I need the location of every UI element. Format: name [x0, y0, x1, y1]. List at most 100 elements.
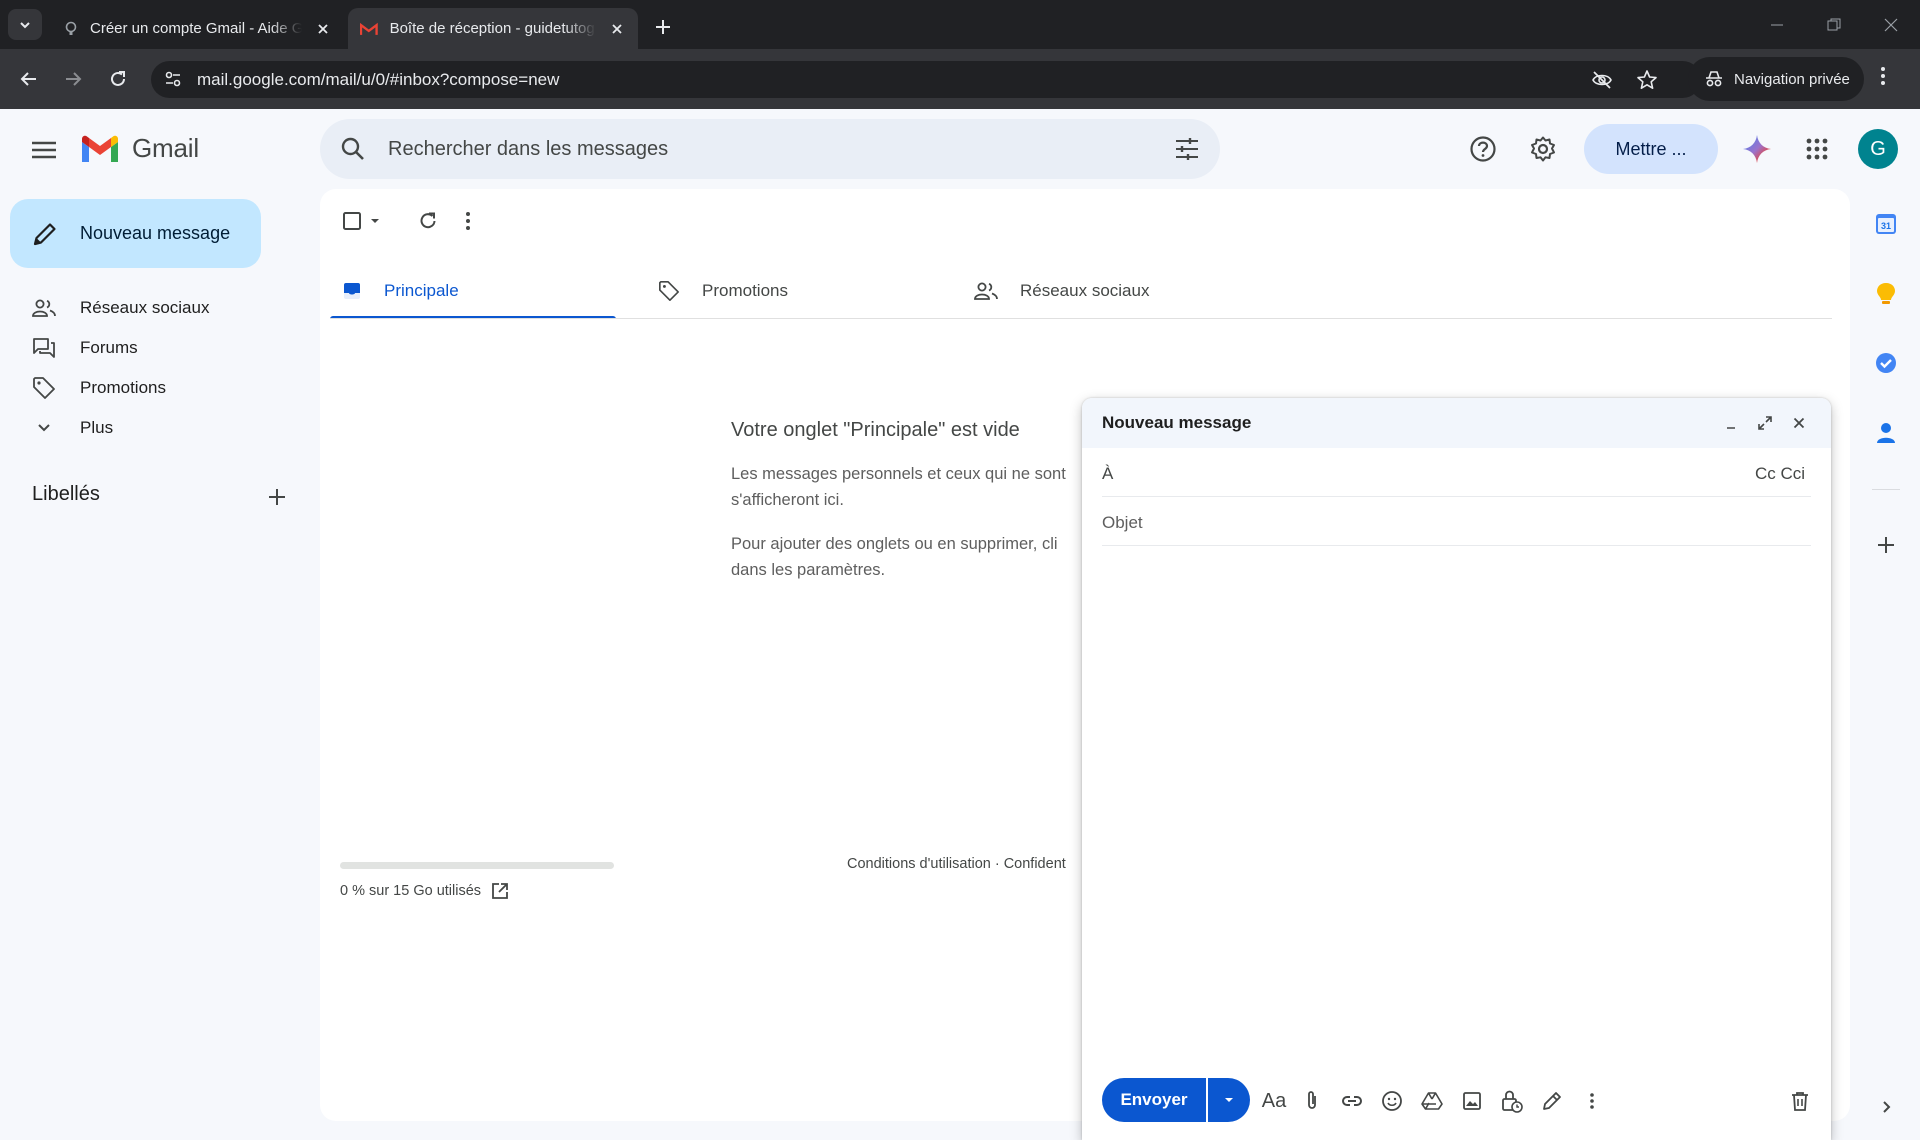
refresh-button[interactable] [418, 211, 438, 231]
hide-side-panel-button[interactable] [1870, 1091, 1902, 1123]
tab-promotions[interactable]: Promotions [636, 263, 932, 319]
calendar-day: 31 [1881, 221, 1891, 231]
browser-tab-help[interactable]: Créer un compte Gmail - Aide Gmail [52, 8, 344, 49]
gemini-sparkle-icon [1743, 135, 1771, 163]
more-options-button[interactable] [1578, 1087, 1606, 1115]
cc-bcc-toggle[interactable]: Cc Cci [1755, 464, 1805, 484]
side-panel-divider [1872, 489, 1900, 490]
tab-primary[interactable]: Principale [320, 263, 616, 319]
message-body[interactable] [1102, 558, 1811, 1058]
minimize-window-button[interactable] [1765, 13, 1789, 37]
calendar-app-button[interactable]: 31 [1870, 208, 1902, 240]
confidential-mode-button[interactable] [1498, 1087, 1526, 1115]
select-all-checkbox[interactable] [342, 211, 382, 231]
search-input[interactable] [388, 131, 1148, 167]
sidebar-item-label: Promotions [80, 378, 166, 397]
more-vertical-icon [466, 212, 470, 230]
discard-draft-button[interactable] [1786, 1087, 1814, 1115]
sidebar-item-promotions[interactable]: Promotions [0, 368, 262, 408]
reload-icon [420, 212, 436, 229]
gear-icon [1531, 136, 1555, 162]
new-tab-button[interactable] [650, 14, 676, 40]
send-button[interactable]: Envoyer [1102, 1078, 1206, 1122]
signature-pen-icon [1543, 1092, 1561, 1110]
back-button[interactable] [14, 64, 44, 94]
close-window-button[interactable] [1879, 13, 1903, 37]
compose-button[interactable]: Nouveau message [10, 199, 261, 268]
forward-button[interactable] [58, 64, 88, 94]
insert-emoji-button[interactable] [1378, 1087, 1406, 1115]
insert-photo-button[interactable] [1458, 1087, 1486, 1115]
insert-link-button[interactable] [1338, 1087, 1366, 1115]
compose-window: Nouveau message À Cc Cci Envoyer Aa [1082, 398, 1831, 1140]
reload-icon [111, 71, 125, 86]
to-input[interactable] [1130, 460, 1770, 488]
tab-social[interactable]: Réseaux sociaux [952, 263, 1248, 319]
compose-header[interactable]: Nouveau message [1082, 398, 1831, 448]
formatting-options-button[interactable]: Aa [1260, 1087, 1288, 1115]
storage-info: 0 % sur 15 Go utilisés [340, 882, 509, 900]
insert-signature-button[interactable] [1538, 1087, 1566, 1115]
browser-menu-button[interactable] [1880, 66, 1886, 86]
tab-search-button[interactable] [8, 9, 42, 40]
main-menu-button[interactable] [28, 134, 60, 166]
restore-window-button[interactable] [1822, 13, 1846, 37]
contacts-app-button[interactable] [1870, 417, 1902, 449]
subject-input[interactable] [1102, 509, 1742, 537]
incognito-indicator[interactable]: Navigation privée [1688, 57, 1864, 101]
account-avatar[interactable]: G [1858, 129, 1898, 169]
more-actions-button[interactable] [465, 211, 471, 231]
subject-row [1102, 497, 1811, 546]
people-icon [974, 282, 998, 300]
emoji-icon [1382, 1091, 1402, 1111]
sidebar-item-more[interactable]: Plus [0, 408, 262, 448]
close-compose-button[interactable] [1787, 411, 1811, 435]
storage-usage-text: 0 % sur 15 Go utilisés [340, 883, 482, 899]
calendar-icon: 31 [1876, 214, 1896, 234]
browser-tab-bar: Créer un compte Gmail - Aide Gmail Boîte… [0, 0, 1920, 49]
settings-button[interactable] [1526, 132, 1560, 166]
search-options-icon[interactable] [1174, 136, 1200, 162]
gemini-button[interactable] [1740, 132, 1774, 166]
sidebar-item-forums[interactable]: Forums [0, 328, 262, 368]
address-bar[interactable]: mail.google.com/mail/u/0/#inbox?compose=… [151, 61, 1701, 98]
close-icon[interactable] [314, 20, 332, 38]
checkbox-icon [343, 212, 361, 230]
tasks-check-icon [1876, 353, 1896, 373]
eye-off-icon[interactable] [1591, 69, 1613, 91]
caret-down-icon [371, 219, 379, 223]
browser-tab-inbox[interactable]: Boîte de réception - guidetutogmail [348, 8, 638, 49]
minimize-icon [1727, 427, 1735, 429]
expand-icon [1758, 416, 1772, 430]
tasks-app-button[interactable] [1870, 347, 1902, 379]
footer-links[interactable]: Conditions d'utilisation · Confident [847, 856, 1066, 872]
lock-clock-icon [1502, 1090, 1523, 1113]
upgrade-button[interactable]: Mettre ... [1584, 124, 1718, 174]
open-in-new-icon[interactable] [491, 882, 509, 900]
keep-app-button[interactable] [1870, 278, 1902, 310]
help-button[interactable] [1466, 132, 1500, 166]
send-options-button[interactable] [1208, 1078, 1250, 1122]
insert-drive-button[interactable] [1418, 1087, 1446, 1115]
tab-title: Créer un compte Gmail - Aide Gmail [90, 20, 302, 37]
reload-button[interactable] [103, 64, 133, 94]
arrow-left-icon [20, 72, 36, 86]
sidebar-item-label: Forums [80, 338, 138, 357]
create-label-button[interactable] [264, 484, 290, 510]
trash-icon [1792, 1092, 1808, 1111]
sidebar-item-social[interactable]: Réseaux sociaux [0, 288, 262, 328]
fullscreen-compose-button[interactable] [1753, 411, 1777, 435]
bookmark-star-icon[interactable] [1636, 69, 1658, 91]
attach-file-button[interactable] [1298, 1087, 1326, 1115]
search-icon[interactable] [340, 136, 366, 162]
get-addons-button[interactable] [1870, 529, 1902, 561]
close-icon[interactable] [608, 20, 626, 38]
url-text: mail.google.com/mail/u/0/#inbox?compose=… [197, 70, 560, 89]
minimize-compose-button[interactable] [1719, 411, 1743, 435]
site-info-icon[interactable] [163, 69, 183, 89]
sidebar-item-label: Réseaux sociaux [80, 298, 210, 317]
gmail-logo[interactable]: Gmail [80, 133, 199, 164]
apps-grid-icon [1806, 138, 1828, 160]
tabs-divider [330, 318, 1832, 319]
google-apps-button[interactable] [1800, 132, 1834, 166]
